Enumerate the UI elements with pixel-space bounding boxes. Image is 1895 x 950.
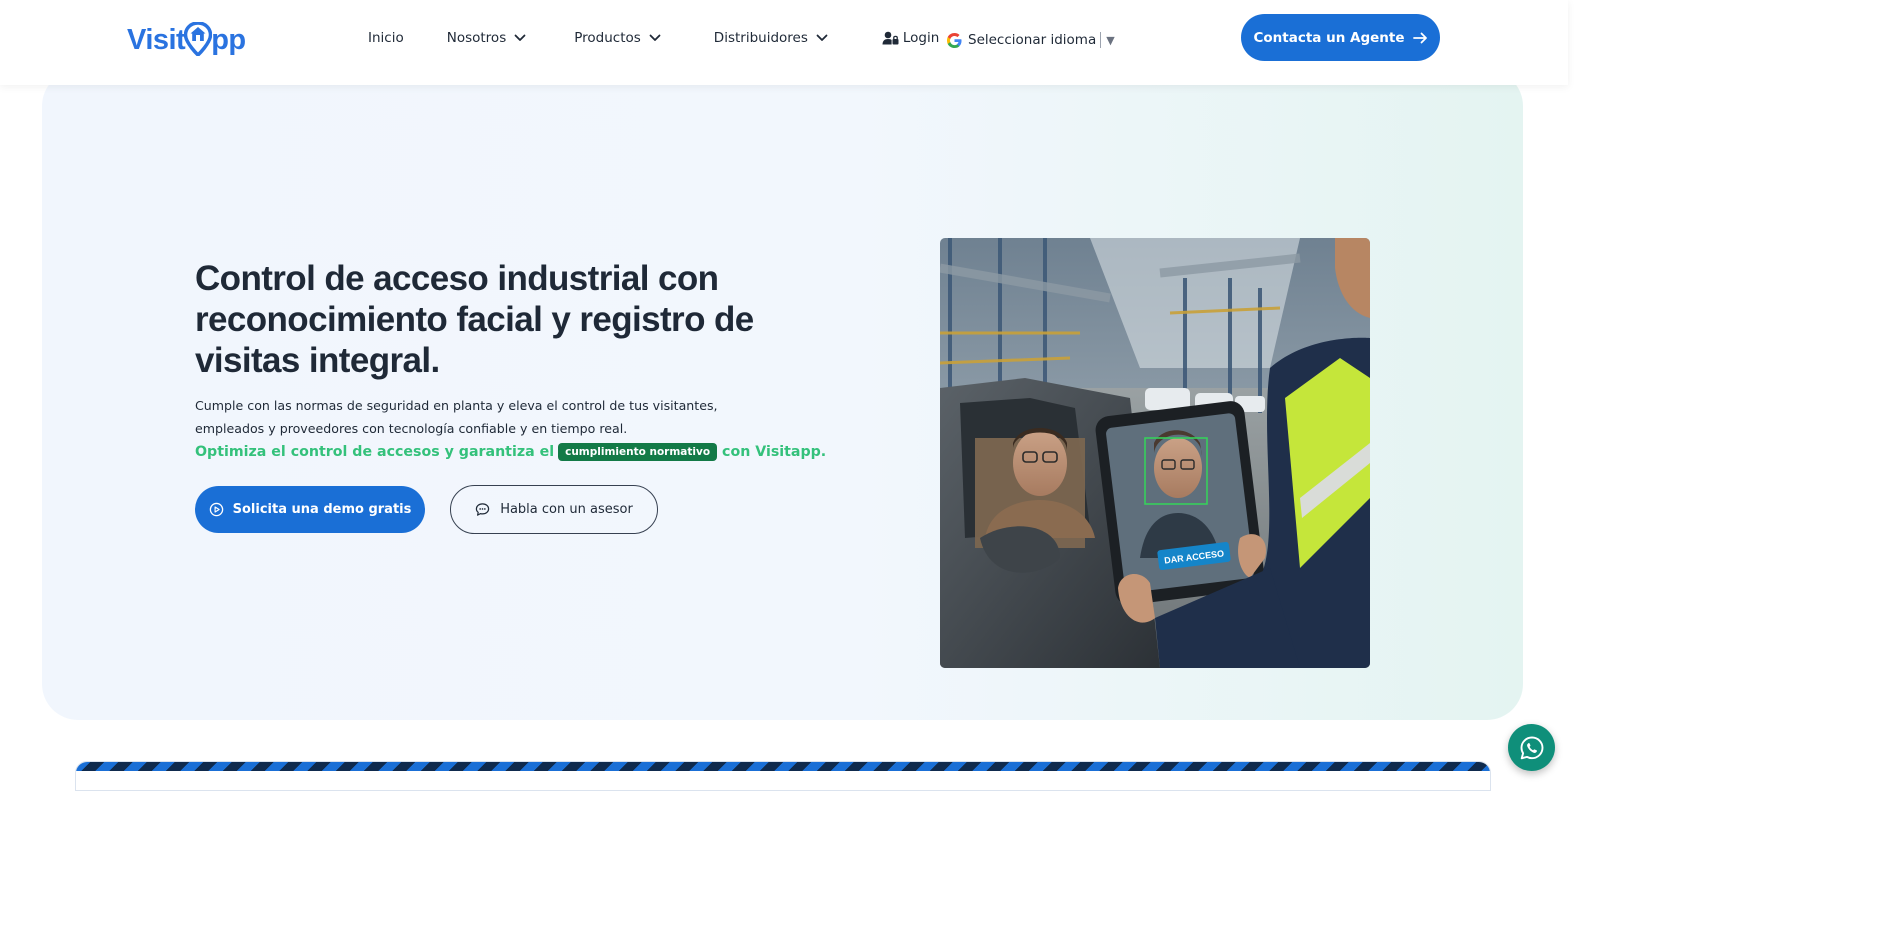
chevron-down-icon: [514, 34, 526, 41]
hero-title: Control de acceso industrial con reconoc…: [195, 259, 754, 380]
section-strip: [75, 761, 1491, 791]
highlight-suffix: con Visitapp.: [722, 444, 827, 460]
user-lock-icon: [882, 31, 899, 45]
highlight-prefix: Optimiza el control de accesos y garanti…: [195, 444, 555, 460]
request-demo-label: Solicita una demo gratis: [232, 502, 412, 517]
google-icon: [947, 32, 962, 48]
nav-item-inicio[interactable]: Inicio: [368, 30, 404, 46]
hero-highlight-line: Optimiza el control de accesos y garanti…: [195, 443, 826, 461]
visitapp-logo[interactable]: Visit pp: [127, 22, 246, 58]
talk-to-advisor-label: Habla con un asesor: [500, 502, 633, 517]
logo-text-right: pp: [211, 23, 246, 56]
hero-image-facial-recognition: DAR ACCESO: [940, 238, 1370, 668]
language-label: Seleccionar idioma: [968, 32, 1097, 48]
chevron-down-icon: [649, 34, 661, 41]
contact-agent-label: Contacta un Agente: [1253, 29, 1405, 46]
nav-item-label: Distribuidores: [713, 30, 808, 46]
site-header: Visit pp Inicio Nosotros Productos Distr…: [0, 0, 1568, 85]
nav-item-label: Inicio: [368, 30, 404, 46]
talk-to-advisor-button[interactable]: Habla con un asesor: [450, 485, 658, 534]
dropdown-arrow-icon: ▼: [1106, 33, 1115, 47]
logo-text-left: Visit: [127, 23, 186, 56]
nav-item-nosotros[interactable]: Nosotros: [447, 30, 527, 46]
whatsapp-icon: [1520, 736, 1543, 759]
chevron-down-icon: [816, 34, 828, 41]
play-circle-icon: [209, 502, 223, 517]
hero-subtitle: Cumple con las normas de seguridad en pl…: [195, 398, 718, 436]
chat-bubble-icon: [475, 503, 490, 516]
nav-item-productos[interactable]: Productos: [574, 30, 661, 46]
nav-item-label: Nosotros: [446, 30, 507, 46]
main-nav: Inicio Nosotros Productos Distribuidores…: [368, 30, 939, 46]
location-pin-icon: [184, 22, 213, 56]
request-demo-button[interactable]: Solicita una demo gratis: [195, 486, 425, 533]
compliance-badge: cumplimiento normativo: [558, 443, 718, 461]
login-link[interactable]: Login: [882, 30, 939, 46]
contact-agent-button[interactable]: Contacta un Agente: [1241, 14, 1440, 61]
language-separator: [1100, 32, 1102, 48]
language-selector[interactable]: Seleccionar idioma ▼: [947, 32, 1115, 48]
striped-bar: [76, 762, 1490, 771]
arrow-right-icon: [1412, 32, 1427, 43]
nav-item-distribuidores[interactable]: Distribuidores: [714, 30, 828, 46]
login-label: Login: [902, 30, 940, 46]
whatsapp-button[interactable]: [1508, 724, 1555, 771]
nav-item-label: Productos: [574, 30, 641, 46]
